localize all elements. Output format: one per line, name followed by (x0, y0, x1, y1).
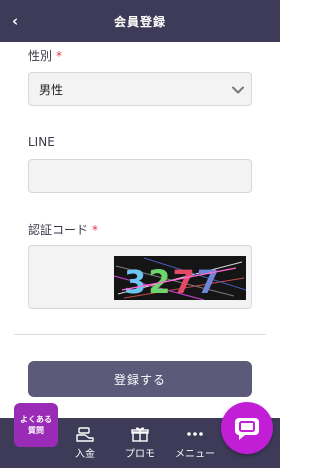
faq-line1: よくある (20, 415, 52, 424)
gender-select[interactable]: 男性 (28, 72, 252, 106)
faq-line2: 質問 (28, 426, 44, 435)
line-field[interactable] (28, 159, 252, 193)
promo-icon (131, 427, 149, 442)
deposit-icon (76, 427, 94, 442)
chat-button[interactable] (221, 402, 273, 454)
app-header: ‹ 会員登録 (0, 0, 280, 42)
line-label: LINE (28, 135, 55, 149)
gender-label: 性別 * (28, 47, 62, 64)
captcha-image[interactable]: 3277 (114, 256, 246, 300)
more-dots-icon (187, 432, 203, 436)
chevron-down-icon (232, 86, 244, 94)
line-input[interactable] (29, 160, 251, 192)
captcha-required-mark: * (92, 223, 99, 237)
captcha-label: 認証コード * (28, 221, 98, 238)
captcha-label-text: 認証コード (28, 223, 89, 237)
divider (14, 334, 266, 335)
nav-promo[interactable]: プロモ (112, 426, 168, 460)
captcha-input[interactable] (29, 246, 113, 308)
nav-menu-label: メニュー (175, 449, 215, 460)
back-icon[interactable]: ‹ (12, 10, 18, 32)
gender-label-text: 性別 (28, 49, 53, 63)
svg-text:3277: 3277 (124, 263, 221, 300)
register-button[interactable]: 登録する (28, 361, 252, 397)
gender-required-mark: * (56, 49, 63, 63)
gender-selected-value: 男性 (39, 82, 64, 97)
nav-deposit[interactable]: 入金 (57, 426, 113, 460)
faq-button[interactable]: よくある 質問 (14, 403, 58, 447)
chat-bubble-icon (235, 418, 259, 440)
nav-promo-label: プロモ (125, 449, 155, 460)
captcha-char-4: 7 (197, 263, 221, 300)
page-title: 会員登録 (113, 14, 166, 29)
line-label-text: LINE (28, 135, 55, 149)
captcha-char-3: 7 (173, 263, 197, 300)
nav-deposit-label: 入金 (75, 449, 95, 460)
nav-menu[interactable]: メニュー (167, 426, 223, 460)
captcha-char-1: 3 (124, 263, 148, 300)
